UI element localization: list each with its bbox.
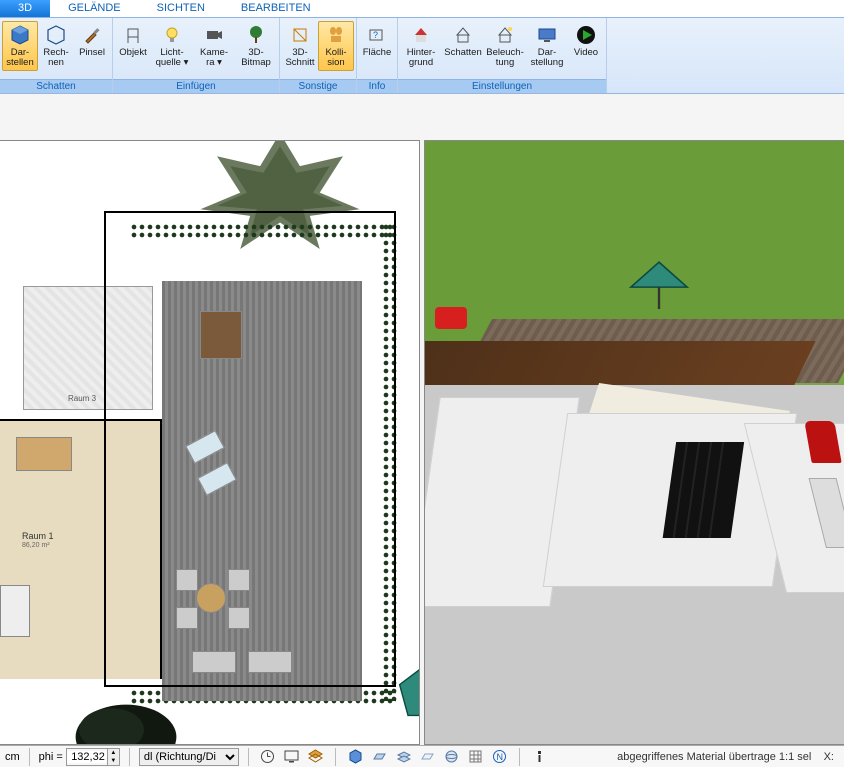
kollision-button[interactable]: Kolli- sion [318, 21, 354, 71]
status-right: abgegriffenes Material übertrage 1:1 sel… [617, 751, 844, 763]
bitmap3d-button[interactable]: 3D- Bitmap [235, 21, 277, 71]
svg-text:N: N [496, 752, 503, 762]
pinsel-button[interactable]: Pinsel [74, 21, 110, 61]
lichtquelle-button[interactable]: Licht- quelle ▾ [151, 21, 193, 71]
status-message: abgegriffenes Material übertrage 1:1 sel [617, 751, 811, 763]
ribbon-group-label: Einfügen [113, 79, 279, 93]
ribbon: Dar- stellen Rech- nen Pinsel Schatten O… [0, 18, 844, 94]
grid-icon[interactable] [467, 748, 484, 765]
tab-bearbeiten[interactable]: BEARBEITEN [223, 0, 329, 17]
ribbon-group-einstellungen: Hinter- grund Schatten Beleuch- tung Dar… [398, 18, 607, 93]
cube-color-icon[interactable] [347, 748, 364, 765]
house-light-icon [494, 24, 516, 46]
flaeche-button[interactable]: ? Fläche [359, 21, 395, 61]
objekt-button[interactable]: Objekt [115, 21, 151, 61]
collision-icon [325, 24, 347, 46]
darstellung-button[interactable]: Dar- stellung [526, 21, 568, 71]
ribbon-group-label: Einstellungen [398, 79, 606, 93]
darstellen-button[interactable]: Dar- stellen [2, 21, 38, 71]
house-shadow-icon [452, 24, 474, 46]
kamera-button[interactable]: Kame- ra ▾ [193, 21, 235, 71]
tab-3d[interactable]: 3D [0, 0, 50, 17]
play-icon [575, 24, 597, 46]
ribbon-group-einfuegen: Objekt Licht- quelle ▾ Kame- ra ▾ 3D- Bi… [113, 18, 280, 93]
phi-input[interactable] [67, 751, 107, 763]
stack-icon[interactable] [395, 748, 412, 765]
info-cursor-icon[interactable] [531, 748, 548, 765]
room1-area: 86,20 m² [22, 542, 50, 549]
cube-calc-icon [45, 24, 67, 46]
monitor-small-icon[interactable] [283, 748, 300, 765]
ribbon-group-sonstige: 3D- Schnitt Kolli- sion Sonstige [280, 18, 357, 93]
monitor-icon [536, 24, 558, 46]
layers-icon[interactable] [307, 748, 324, 765]
hintergrund-button[interactable]: Hinter- grund [400, 21, 442, 71]
tab-sichten[interactable]: SICHTEN [139, 0, 223, 17]
statusbar-tools: N [253, 748, 554, 766]
dl-select[interactable]: dl (Richtung/Di [139, 748, 239, 766]
schnitt3d-button[interactable]: 3D- Schnitt [282, 21, 318, 71]
rechnen-button[interactable]: Rech- nen [38, 21, 74, 71]
unit-label: cm [0, 751, 25, 763]
coord-x-label: X: [824, 751, 834, 763]
lightbulb-icon [161, 24, 183, 46]
workspace: Raum 3 Raum 1 86,20 m² [0, 94, 844, 745]
section3d-icon [289, 24, 311, 46]
svg-text:?: ? [373, 30, 378, 40]
2d-plan-viewport[interactable]: Raum 3 Raum 1 86,20 m² [0, 140, 420, 745]
sphere-icon[interactable] [443, 748, 460, 765]
schatten-button[interactable]: Schatten [442, 21, 484, 61]
ribbon-tabstrip: 3D GELÄNDE SICHTEN BEARBEITEN [0, 0, 844, 18]
house-bg-icon [410, 24, 432, 46]
cube-shaded-icon [9, 24, 31, 46]
ribbon-group-label: Info [357, 79, 397, 93]
plane-xy-icon[interactable] [371, 748, 388, 765]
statusbar: cm phi = ▲ ▼ dl (Richtung/Di N abge [0, 745, 844, 767]
video-button[interactable]: Video [568, 21, 604, 61]
phi-spinner[interactable]: ▲ ▼ [66, 748, 120, 766]
phi-spin-down[interactable]: ▼ [107, 757, 119, 765]
ribbon-group-info: ? Fläche Info [357, 18, 398, 93]
beleuchtung-button[interactable]: Beleuch- tung [484, 21, 526, 71]
room1-label: Raum 1 [22, 531, 54, 541]
ribbon-group-label: Schatten [0, 79, 112, 93]
area-info-icon: ? [366, 24, 388, 46]
ribbon-group-schatten: Dar- stellen Rech- nen Pinsel Schatten [0, 18, 113, 93]
tree-icon [245, 24, 267, 46]
3d-viewport[interactable] [424, 140, 844, 745]
tab-gelaende[interactable]: GELÄNDE [50, 0, 139, 17]
camera-icon [203, 24, 225, 46]
chair-icon [122, 24, 144, 46]
plane-light-icon[interactable] [419, 748, 436, 765]
brush-icon [81, 24, 103, 46]
room3-label: Raum 3 [68, 394, 96, 403]
clock-icon[interactable] [259, 748, 276, 765]
ribbon-group-label: Sonstige [280, 79, 356, 93]
north-icon[interactable]: N [491, 748, 508, 765]
phi-label: phi = [39, 751, 63, 763]
phi-spin-up[interactable]: ▲ [107, 749, 119, 757]
